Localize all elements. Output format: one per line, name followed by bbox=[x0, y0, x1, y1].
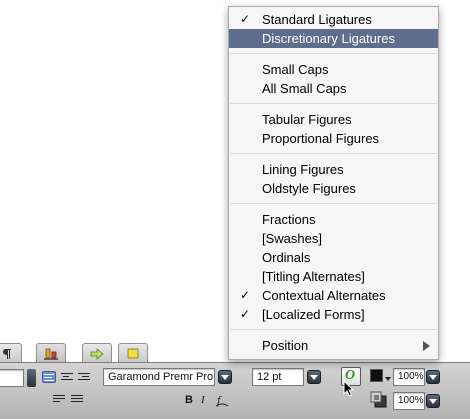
menu-item-label: Fractions bbox=[262, 212, 316, 227]
tab-arrow[interactable] bbox=[82, 343, 112, 363]
submenu-arrow-icon bbox=[423, 341, 430, 351]
opentype-features-menu: ✓ Standard Ligatures Discretionary Ligatur… bbox=[228, 6, 439, 360]
align-bars-icon bbox=[44, 348, 58, 360]
checkmark-icon: ✓ bbox=[240, 12, 251, 26]
menu-separator bbox=[230, 153, 437, 154]
align-right-button[interactable] bbox=[77, 371, 91, 383]
menu-item[interactable]: [Titling Alternates] bbox=[229, 267, 438, 286]
paragraph-icon bbox=[3, 348, 11, 359]
menu-item[interactable]: ✓ Contextual Alternates bbox=[229, 286, 438, 305]
menu-item-label: Standard Ligatures bbox=[262, 12, 372, 27]
arrow-right-icon bbox=[90, 347, 104, 360]
horizontal-scale-field[interactable]: 100% bbox=[393, 368, 425, 386]
menu-item-label: Ordinals bbox=[262, 250, 311, 265]
font-size-dropdown-icon[interactable] bbox=[307, 370, 321, 384]
menu-item[interactable]: [Swashes] bbox=[229, 229, 438, 248]
font-family-select[interactable]: Garamond Premr Pro bbox=[103, 368, 215, 386]
italic-button[interactable]: I bbox=[201, 394, 205, 406]
font-family-dropdown-icon[interactable] bbox=[218, 370, 232, 384]
cursor-icon bbox=[343, 380, 355, 397]
menu-item-label: [Titling Alternates] bbox=[262, 269, 365, 284]
menu-item-label: Tabular Figures bbox=[262, 112, 352, 127]
vertical-scale-field[interactable]: 100% bbox=[393, 392, 425, 410]
tab-square[interactable] bbox=[118, 343, 148, 363]
menu-item[interactable]: Discretionary Ligatures bbox=[229, 29, 438, 48]
vertical-scale-value: 100% bbox=[398, 395, 424, 406]
bold-button[interactable]: B bbox=[185, 394, 193, 406]
menu-item-label: All Small Caps bbox=[262, 81, 347, 96]
font-family-value: Garamond Premr Pro bbox=[108, 371, 214, 383]
menu-separator bbox=[230, 329, 437, 330]
menu-item[interactable]: ✓ Standard Ligatures bbox=[229, 10, 438, 29]
menu-separator bbox=[230, 203, 437, 204]
menu-item[interactable]: Proportional Figures bbox=[229, 129, 438, 148]
menu-item-label: Discretionary Ligatures bbox=[262, 31, 395, 46]
checkmark-icon: ✓ bbox=[240, 307, 251, 321]
font-size-select[interactable]: 12 pt bbox=[252, 368, 304, 386]
horizontal-scale-value: 100% bbox=[398, 371, 424, 382]
strike-style-icon[interactable]: f bbox=[214, 392, 230, 408]
stepper-icon[interactable] bbox=[27, 369, 36, 387]
menu-item[interactable]: Small Caps bbox=[229, 60, 438, 79]
menu-item-label: Proportional Figures bbox=[262, 131, 380, 146]
menu-item[interactable]: Position bbox=[229, 336, 438, 355]
text-color-swatch[interactable] bbox=[370, 369, 383, 382]
yellow-square-icon bbox=[127, 348, 139, 358]
character-toolbar: Garamond Premr Pro B I f 12 pt O 100% 10… bbox=[0, 362, 470, 419]
tab-align[interactable] bbox=[36, 343, 66, 363]
menu-item[interactable]: ✓ [Localized Forms] bbox=[229, 305, 438, 324]
menu-item-label: Contextual Alternates bbox=[262, 288, 386, 303]
menu-item-label: Lining Figures bbox=[262, 162, 344, 177]
menu-item[interactable]: Tabular Figures bbox=[229, 110, 438, 129]
palette-tabs bbox=[0, 343, 150, 363]
checkmark-icon: ✓ bbox=[240, 288, 251, 302]
justify-all-button[interactable] bbox=[70, 393, 84, 405]
align-left-button[interactable] bbox=[42, 371, 56, 383]
menu-item-label: Small Caps bbox=[262, 62, 329, 77]
menu-item[interactable]: Ordinals bbox=[229, 248, 438, 267]
shading-icon[interactable] bbox=[370, 391, 388, 409]
menu-item[interactable]: All Small Caps bbox=[229, 79, 438, 98]
color-dropdown-icon[interactable] bbox=[385, 377, 391, 381]
tab-paragraph[interactable] bbox=[0, 343, 22, 363]
justify-button[interactable] bbox=[52, 393, 66, 405]
menu-item-label: Oldstyle Figures bbox=[262, 181, 356, 196]
menu-item-label: Position bbox=[262, 338, 309, 353]
menu-item[interactable]: Oldstyle Figures bbox=[229, 179, 438, 198]
align-center-button[interactable] bbox=[60, 371, 74, 383]
font-size-value: 12 pt bbox=[257, 371, 282, 383]
horizontal-scale-dropdown-icon[interactable] bbox=[426, 370, 440, 384]
menu-item-label: [Localized Forms] bbox=[262, 307, 365, 322]
menu-item[interactable]: Fractions bbox=[229, 210, 438, 229]
menu-item-label: [Swashes] bbox=[262, 231, 322, 246]
partial-field[interactable] bbox=[0, 369, 24, 387]
menu-separator bbox=[230, 103, 437, 104]
menu-item[interactable]: Lining Figures bbox=[229, 160, 438, 179]
vertical-scale-dropdown-icon[interactable] bbox=[426, 394, 440, 408]
menu-separator bbox=[230, 53, 437, 54]
